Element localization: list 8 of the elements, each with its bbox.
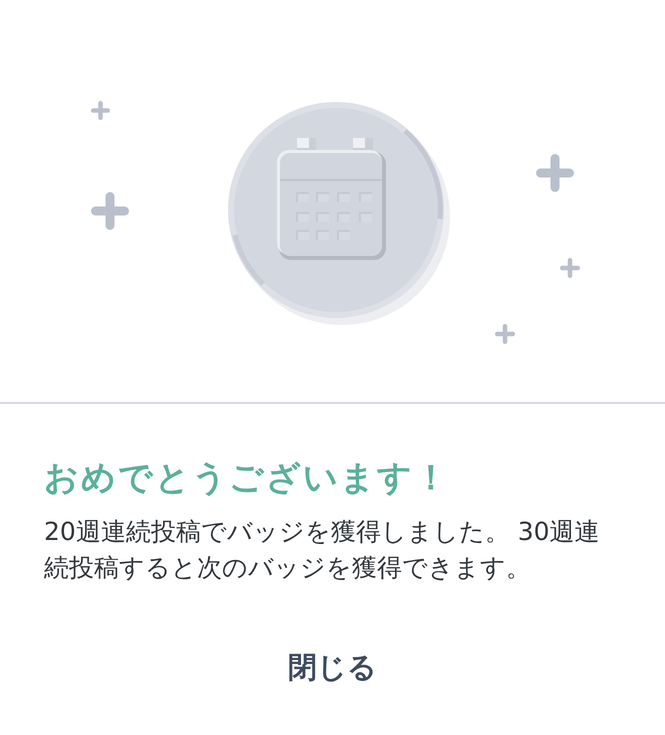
- close-button[interactable]: 閉じる: [276, 644, 389, 690]
- sparkle-icon: [536, 154, 574, 192]
- congratulations-title: おめでとうございます！: [44, 457, 451, 500]
- badge-message: 20週連続投稿でバッジを獲得しました。 30週連続投稿すると次のバッジを獲得できます。: [44, 516, 601, 584]
- sparkle-icon: [90, 100, 110, 120]
- sparkle-icon: [560, 258, 580, 278]
- sparkle-icon: [495, 324, 515, 344]
- sparkle-icon: [91, 192, 129, 230]
